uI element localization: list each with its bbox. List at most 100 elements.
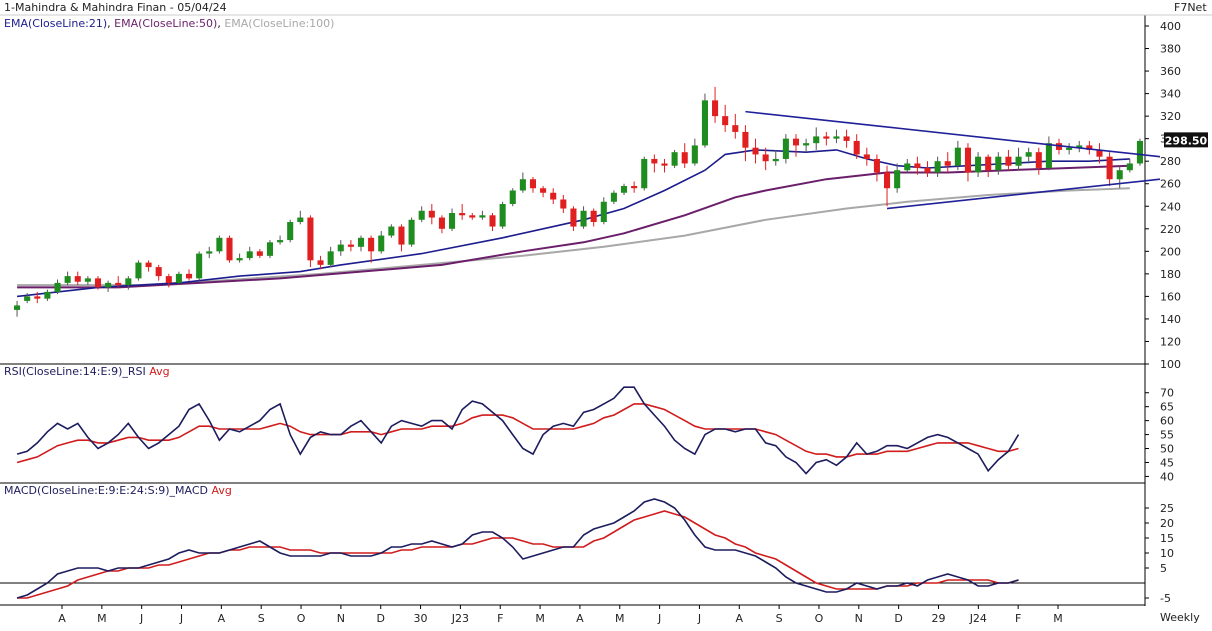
rsi-y-tick-label: 50 xyxy=(1160,443,1174,456)
rsi-avg-label: Avg xyxy=(149,365,170,378)
candle-body xyxy=(64,276,71,283)
chart-title: 1-Mahindra & Mahindra Finan - 05/04/24 xyxy=(4,1,227,14)
candle-body xyxy=(863,154,870,159)
x-tick-label: M xyxy=(1053,612,1063,625)
candle-body xyxy=(631,185,638,189)
price-y-tick-label: 140 xyxy=(1160,313,1181,326)
price-y-tick-label: 100 xyxy=(1160,358,1181,371)
candle-body xyxy=(307,217,314,261)
x-tick-label: F xyxy=(1015,612,1021,625)
candle-body xyxy=(145,262,152,268)
price-y-tick-label: 360 xyxy=(1160,65,1181,78)
candle-body xyxy=(368,237,375,252)
candle-body xyxy=(459,213,466,216)
candle-body xyxy=(479,215,486,218)
ema21-label: EMA(CloseLine:21) xyxy=(4,17,108,30)
candle-body xyxy=(246,251,253,259)
candle-body xyxy=(509,190,516,205)
candle-body xyxy=(378,235,385,252)
candle-body xyxy=(14,305,21,310)
candle-body xyxy=(398,226,405,245)
candle-body xyxy=(1005,156,1012,166)
candle-body xyxy=(489,215,496,227)
candle-body xyxy=(975,156,982,173)
macd-y-tick-label: 20 xyxy=(1160,517,1174,530)
candle-body xyxy=(266,242,273,256)
price-y-tick-label: 240 xyxy=(1160,200,1181,213)
candle-body xyxy=(327,251,334,265)
period-label: Weekly xyxy=(1160,611,1200,624)
x-tick-label: J xyxy=(697,612,701,625)
candle-body xyxy=(226,237,233,261)
candle-body xyxy=(661,163,668,166)
candle-body xyxy=(701,100,708,146)
rsi-y-tick-label: 45 xyxy=(1160,456,1174,469)
candle-body xyxy=(752,147,759,155)
candle-body xyxy=(540,188,547,193)
candle-body xyxy=(337,244,344,252)
macd-avg-label: Avg xyxy=(211,484,232,497)
ema100-label: EMA(CloseLine:100) xyxy=(224,17,335,30)
candle-body xyxy=(449,213,456,229)
x-tick-label: 30 xyxy=(414,612,428,625)
candle-body xyxy=(1025,152,1032,157)
candle-body xyxy=(934,161,941,173)
candle-body xyxy=(175,273,182,283)
candle-body xyxy=(772,158,779,162)
x-tick-label: A xyxy=(58,612,66,625)
candle-body xyxy=(388,226,395,236)
rsi-y-tick-label: 65 xyxy=(1160,401,1174,414)
candle-body xyxy=(671,152,678,166)
x-tick-label: F xyxy=(497,612,503,625)
candle-body xyxy=(732,125,739,132)
price-y-tick-label: 200 xyxy=(1160,245,1181,258)
candle-body xyxy=(1035,152,1042,168)
price-y-tick-label: 120 xyxy=(1160,335,1181,348)
candle-body xyxy=(995,156,1002,171)
candle-body xyxy=(418,210,425,220)
macd-y-tick-label: 5 xyxy=(1160,562,1167,575)
x-tick-label: N xyxy=(337,612,345,625)
candle-body xyxy=(1015,156,1022,166)
candle-body xyxy=(206,251,213,254)
candle-body xyxy=(135,262,142,279)
candle-body xyxy=(317,260,324,265)
rsi-legend: RSI(CloseLine:14:E:9)_RSI Avg xyxy=(4,365,170,378)
rsi-y-tick-label: 40 xyxy=(1160,470,1174,483)
candle-body xyxy=(529,179,537,189)
candle-body xyxy=(347,244,354,247)
last-price-label: 298.50 xyxy=(1165,134,1208,147)
x-tick-label: M xyxy=(97,612,107,625)
price-y-tick-label: 280 xyxy=(1160,155,1181,168)
trendline xyxy=(745,110,1161,158)
x-tick-label: M xyxy=(615,612,625,625)
macd-y-tick-label: 10 xyxy=(1160,547,1174,560)
candle-body xyxy=(924,167,931,173)
candle-body xyxy=(428,210,435,218)
candle-body xyxy=(196,253,203,279)
candle-body xyxy=(34,296,41,299)
candle-body xyxy=(904,163,911,171)
macd-legend: MACD(CloseLine:E:9:E:24:S:9)_MACD Avg xyxy=(4,484,232,497)
x-tick-label: M xyxy=(535,612,545,625)
candle-body xyxy=(357,237,365,247)
candle-body xyxy=(853,140,860,155)
candle-body xyxy=(297,217,304,223)
candle-body xyxy=(873,158,880,173)
chart-svg: 1001201401601802002202402602803003203403… xyxy=(0,14,1212,625)
candle-body xyxy=(600,201,607,223)
candle-body xyxy=(691,145,698,164)
candle-body xyxy=(216,237,223,252)
x-tick-label: A xyxy=(218,612,226,625)
candle-body xyxy=(438,217,445,229)
candle-body xyxy=(843,136,850,141)
candle-body xyxy=(1066,147,1073,150)
candle-body xyxy=(1106,156,1113,180)
candle-body xyxy=(94,278,102,288)
price-y-tick-label: 180 xyxy=(1160,268,1181,281)
candle-body xyxy=(762,154,769,162)
candle-body xyxy=(722,116,729,126)
candle-body xyxy=(712,100,719,117)
candle-body xyxy=(782,138,789,159)
macd-label: MACD(CloseLine:E:9:E:24:S:9)_MACD xyxy=(4,484,209,497)
